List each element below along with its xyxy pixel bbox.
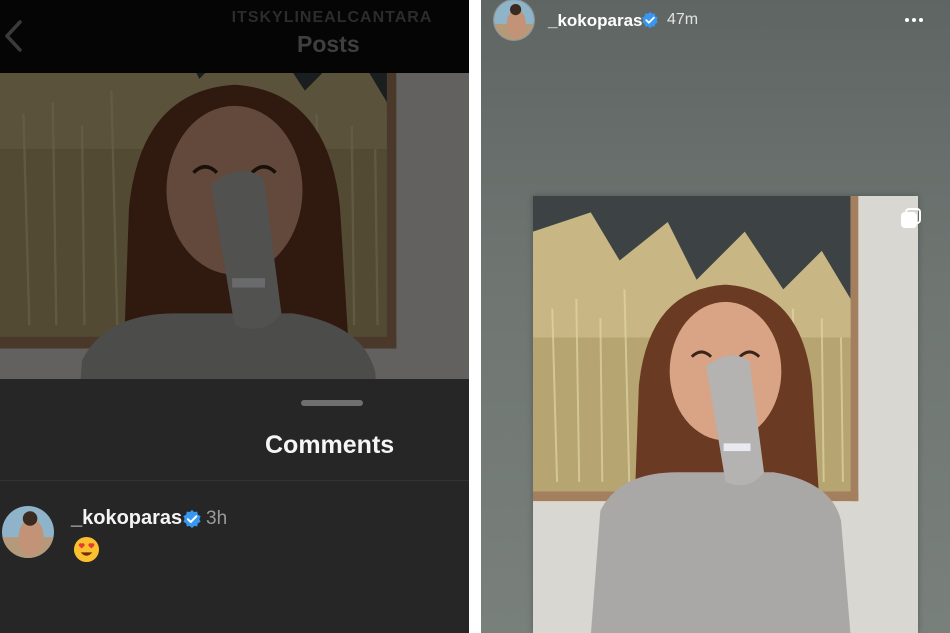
avatar-image (2, 506, 54, 558)
heart-eyes-emoji-icon (73, 536, 100, 563)
story-screen: _kokoparas 47m (481, 0, 950, 633)
page-title: Posts (297, 31, 360, 57)
dim-overlay (0, 73, 469, 379)
profile-username: ITSKYLINEALCANTARA (231, 9, 433, 26)
post-photo[interactable] (0, 73, 469, 379)
avatar[interactable] (2, 506, 54, 558)
header-bar: ITSKYLINEALCANTARA Posts (0, 0, 469, 73)
verified-badge-icon (641, 11, 659, 29)
avatar[interactable] (494, 0, 534, 40)
story-timestamp: 47m (667, 11, 699, 28)
comment-username[interactable]: _kokoparas (71, 507, 182, 530)
verified-badge-icon (182, 509, 202, 529)
comments-screen: ITSKYLINEALCANTARA Posts Comments _kokop… (0, 0, 469, 633)
avatar-image (494, 0, 534, 40)
divider (0, 480, 469, 481)
comment-timestamp: 3h (206, 508, 228, 529)
shared-post-photo[interactable] (533, 196, 918, 633)
photo-image (533, 196, 918, 633)
drag-handle[interactable] (301, 400, 363, 406)
comments-title: Comments (265, 431, 395, 459)
multiple-photos-icon (901, 208, 921, 228)
story-username[interactable]: _kokoparas (548, 11, 643, 31)
comments-sheet: Comments _kokoparas 3h (0, 379, 469, 633)
more-options-icon[interactable] (904, 16, 924, 24)
